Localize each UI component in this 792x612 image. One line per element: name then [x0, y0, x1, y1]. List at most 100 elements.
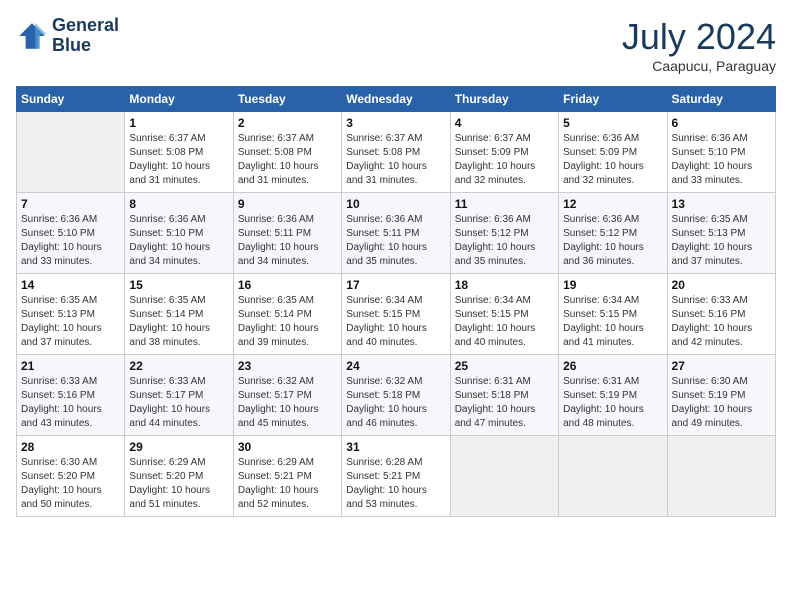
calendar-cell: 20 Sunrise: 6:33 AMSunset: 5:16 PMDayligh… [667, 274, 775, 355]
title-block: July 2024 Caapucu, Paraguay [622, 16, 776, 74]
day-number: 22 [129, 359, 228, 373]
day-info: Sunrise: 6:37 AMSunset: 5:08 PMDaylight:… [129, 132, 228, 188]
day-info: Sunrise: 6:35 AMSunset: 5:13 PMDaylight:… [21, 294, 120, 350]
calendar-cell [667, 436, 775, 517]
calendar-cell: 13 Sunrise: 6:35 AMSunset: 5:13 PMDayligh… [667, 193, 775, 274]
day-number: 15 [129, 278, 228, 292]
calendar-table: SundayMondayTuesdayWednesdayThursdayFrid… [16, 86, 776, 517]
calendar-cell [559, 436, 667, 517]
day-info: Sunrise: 6:36 AMSunset: 5:10 PMDaylight:… [672, 132, 771, 188]
weekday-header-saturday: Saturday [667, 87, 775, 112]
day-number: 24 [346, 359, 445, 373]
calendar-cell: 25 Sunrise: 6:31 AMSunset: 5:18 PMDayligh… [450, 355, 558, 436]
calendar-cell: 5 Sunrise: 6:36 AMSunset: 5:09 PMDaylight… [559, 112, 667, 193]
day-info: Sunrise: 6:36 AMSunset: 5:10 PMDaylight:… [21, 213, 120, 269]
calendar-week-row: 21Sunrise: 6:33 AMSunset: 5:16 PMDayligh… [17, 355, 776, 436]
logo-text: General Blue [52, 16, 119, 56]
calendar-cell: 31Sunrise: 6:28 AMSunset: 5:21 PMDayligh… [342, 436, 450, 517]
calendar-cell: 17 Sunrise: 6:34 AMSunset: 5:15 PMDayligh… [342, 274, 450, 355]
calendar-cell: 15 Sunrise: 6:35 AMSunset: 5:14 PMDayligh… [125, 274, 233, 355]
calendar-cell: 14Sunrise: 6:35 AMSunset: 5:13 PMDayligh… [17, 274, 125, 355]
day-info: Sunrise: 6:32 AMSunset: 5:18 PMDaylight:… [346, 375, 445, 431]
day-info: Sunrise: 6:37 AMSunset: 5:08 PMDaylight:… [238, 132, 337, 188]
calendar-week-row: 7Sunrise: 6:36 AMSunset: 5:10 PMDaylight… [17, 193, 776, 274]
calendar-week-row: 28 Sunrise: 6:30 AMSunset: 5:20 PMDayligh… [17, 436, 776, 517]
weekday-header-thursday: Thursday [450, 87, 558, 112]
day-info: Sunrise: 6:33 AMSunset: 5:16 PMDaylight:… [672, 294, 771, 350]
weekday-header-row: SundayMondayTuesdayWednesdayThursdayFrid… [17, 87, 776, 112]
calendar-cell: 9 Sunrise: 6:36 AMSunset: 5:11 PMDaylight… [233, 193, 341, 274]
location-subtitle: Caapucu, Paraguay [622, 58, 776, 74]
day-info: Sunrise: 6:28 AMSunset: 5:21 PMDaylight:… [346, 456, 445, 512]
calendar-cell: 1 Sunrise: 6:37 AMSunset: 5:08 PMDaylight… [125, 112, 233, 193]
day-number: 30 [238, 440, 337, 454]
calendar-cell: 27Sunrise: 6:30 AMSunset: 5:19 PMDayligh… [667, 355, 775, 436]
day-info: Sunrise: 6:29 AMSunset: 5:21 PMDaylight:… [238, 456, 337, 512]
weekday-header-friday: Friday [559, 87, 667, 112]
day-info: Sunrise: 6:36 AMSunset: 5:10 PMDaylight:… [129, 213, 228, 269]
day-number: 12 [563, 197, 662, 211]
calendar-week-row: 14Sunrise: 6:35 AMSunset: 5:13 PMDayligh… [17, 274, 776, 355]
day-number: 19 [563, 278, 662, 292]
weekday-header-sunday: Sunday [17, 87, 125, 112]
calendar-cell: 30 Sunrise: 6:29 AMSunset: 5:21 PMDayligh… [233, 436, 341, 517]
day-info: Sunrise: 6:35 AMSunset: 5:13 PMDaylight:… [672, 213, 771, 269]
day-info: Sunrise: 6:31 AMSunset: 5:18 PMDaylight:… [455, 375, 554, 431]
day-number: 29 [129, 440, 228, 454]
day-info: Sunrise: 6:29 AMSunset: 5:20 PMDaylight:… [129, 456, 228, 512]
day-info: Sunrise: 6:36 AMSunset: 5:11 PMDaylight:… [346, 213, 445, 269]
day-number: 13 [672, 197, 771, 211]
day-number: 6 [672, 116, 771, 130]
calendar-cell: 19 Sunrise: 6:34 AMSunset: 5:15 PMDayligh… [559, 274, 667, 355]
calendar-cell: 16 Sunrise: 6:35 AMSunset: 5:14 PMDayligh… [233, 274, 341, 355]
day-number: 1 [129, 116, 228, 130]
day-info: Sunrise: 6:30 AMSunset: 5:19 PMDaylight:… [672, 375, 771, 431]
day-info: Sunrise: 6:34 AMSunset: 5:15 PMDaylight:… [346, 294, 445, 350]
day-number: 23 [238, 359, 337, 373]
calendar-cell: 23 Sunrise: 6:32 AMSunset: 5:17 PMDayligh… [233, 355, 341, 436]
calendar-cell: 12 Sunrise: 6:36 AMSunset: 5:12 PMDayligh… [559, 193, 667, 274]
day-info: Sunrise: 6:36 AMSunset: 5:12 PMDaylight:… [455, 213, 554, 269]
day-number: 9 [238, 197, 337, 211]
weekday-header-wednesday: Wednesday [342, 87, 450, 112]
day-info: Sunrise: 6:35 AMSunset: 5:14 PMDaylight:… [238, 294, 337, 350]
page-header: General Blue July 2024 Caapucu, Paraguay [16, 16, 776, 74]
calendar-cell: 28 Sunrise: 6:30 AMSunset: 5:20 PMDayligh… [17, 436, 125, 517]
day-number: 17 [346, 278, 445, 292]
calendar-cell: 7Sunrise: 6:36 AMSunset: 5:10 PMDaylight… [17, 193, 125, 274]
day-info: Sunrise: 6:36 AMSunset: 5:12 PMDaylight:… [563, 213, 662, 269]
calendar-cell: 21Sunrise: 6:33 AMSunset: 5:16 PMDayligh… [17, 355, 125, 436]
calendar-cell: 6 Sunrise: 6:36 AMSunset: 5:10 PMDaylight… [667, 112, 775, 193]
weekday-header-monday: Monday [125, 87, 233, 112]
calendar-cell: 8 Sunrise: 6:36 AMSunset: 5:10 PMDaylight… [125, 193, 233, 274]
day-number: 28 [21, 440, 120, 454]
day-info: Sunrise: 6:36 AMSunset: 5:09 PMDaylight:… [563, 132, 662, 188]
calendar-cell: 22 Sunrise: 6:33 AMSunset: 5:17 PMDayligh… [125, 355, 233, 436]
calendar-cell: 10 Sunrise: 6:36 AMSunset: 5:11 PMDayligh… [342, 193, 450, 274]
day-number: 3 [346, 116, 445, 130]
weekday-header-tuesday: Tuesday [233, 87, 341, 112]
day-info: Sunrise: 6:34 AMSunset: 5:15 PMDaylight:… [563, 294, 662, 350]
logo-icon [16, 20, 48, 52]
calendar-cell: 24 Sunrise: 6:32 AMSunset: 5:18 PMDayligh… [342, 355, 450, 436]
day-info: Sunrise: 6:34 AMSunset: 5:15 PMDaylight:… [455, 294, 554, 350]
day-info: Sunrise: 6:36 AMSunset: 5:11 PMDaylight:… [238, 213, 337, 269]
day-number: 10 [346, 197, 445, 211]
day-number: 5 [563, 116, 662, 130]
day-info: Sunrise: 6:32 AMSunset: 5:17 PMDaylight:… [238, 375, 337, 431]
day-number: 20 [672, 278, 771, 292]
day-number: 25 [455, 359, 554, 373]
month-title: July 2024 [622, 16, 776, 58]
calendar-cell: 2Sunrise: 6:37 AMSunset: 5:08 PMDaylight… [233, 112, 341, 193]
calendar-cell: 26Sunrise: 6:31 AMSunset: 5:19 PMDayligh… [559, 355, 667, 436]
day-info: Sunrise: 6:35 AMSunset: 5:14 PMDaylight:… [129, 294, 228, 350]
day-info: Sunrise: 6:37 AMSunset: 5:08 PMDaylight:… [346, 132, 445, 188]
day-number: 11 [455, 197, 554, 211]
day-number: 8 [129, 197, 228, 211]
day-info: Sunrise: 6:33 AMSunset: 5:17 PMDaylight:… [129, 375, 228, 431]
day-info: Sunrise: 6:37 AMSunset: 5:09 PMDaylight:… [455, 132, 554, 188]
day-number: 16 [238, 278, 337, 292]
day-number: 4 [455, 116, 554, 130]
day-info: Sunrise: 6:30 AMSunset: 5:20 PMDaylight:… [21, 456, 120, 512]
calendar-cell: 4 Sunrise: 6:37 AMSunset: 5:09 PMDaylight… [450, 112, 558, 193]
